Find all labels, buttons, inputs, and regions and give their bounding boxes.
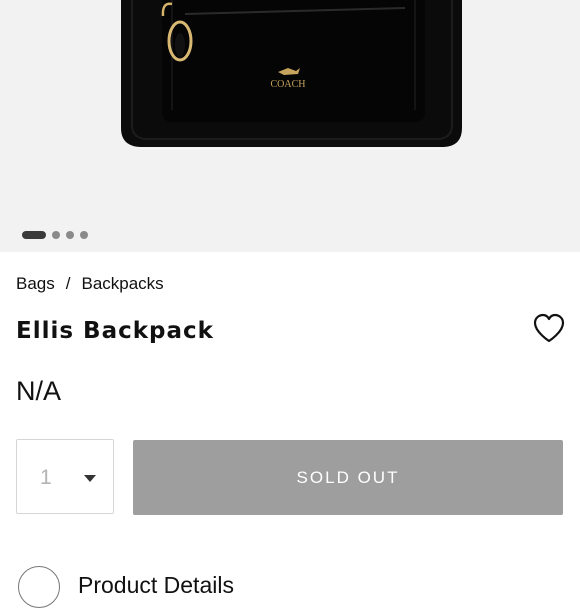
- product-image: COACH: [121, 0, 462, 147]
- breadcrumb-separator: /: [65, 274, 71, 293]
- section-icon: [18, 566, 60, 608]
- carousel-dot[interactable]: [22, 231, 46, 239]
- carousel-dot[interactable]: [66, 231, 74, 239]
- product-details-section[interactable]: Product Details: [18, 566, 418, 608]
- quantity-value: 1: [40, 466, 52, 489]
- chevron-down-icon: [84, 475, 96, 482]
- breadcrumb-link-backpacks[interactable]: Backpacks: [81, 274, 163, 294]
- carousel-dot[interactable]: [52, 231, 60, 239]
- quantity-select[interactable]: 1: [16, 439, 114, 514]
- carousel-dot[interactable]: [80, 231, 88, 239]
- carousel-indicators[interactable]: [22, 231, 88, 239]
- breadcrumb-link-bags[interactable]: Bags: [16, 274, 55, 294]
- product-price: N/A: [16, 376, 62, 406]
- product-title: Ellis Backpack: [16, 318, 214, 344]
- heart-icon[interactable]: [532, 312, 566, 344]
- breadcrumb: Bags / Backpacks: [16, 274, 164, 294]
- sold-out-button[interactable]: SOLD OUT: [133, 440, 563, 515]
- section-label: Product Details: [78, 572, 234, 598]
- logo-text: COACH: [270, 79, 305, 90]
- product-image-gallery[interactable]: COACH: [0, 0, 580, 252]
